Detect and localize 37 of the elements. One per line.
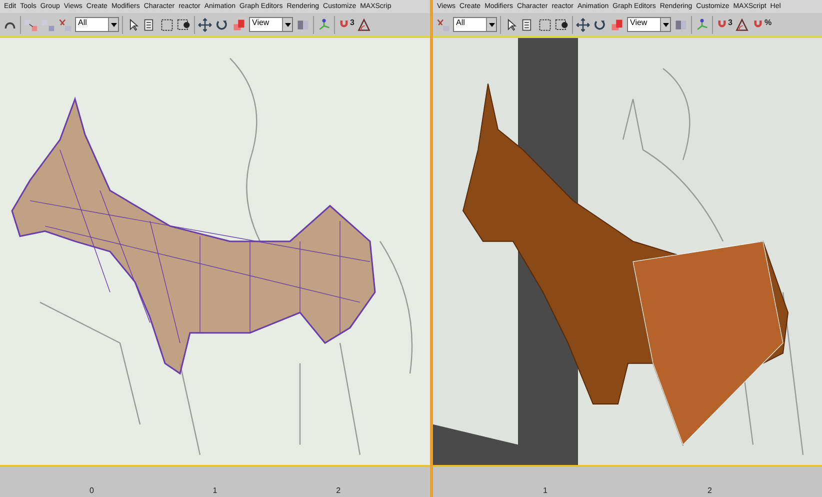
- bind-icon[interactable]: [436, 18, 450, 32]
- scale-icon[interactable]: [610, 18, 624, 32]
- caret-icon: [662, 22, 668, 26]
- window-crossing-icon[interactable]: [555, 18, 569, 32]
- dropdown[interactable]: All: [75, 17, 119, 32]
- scale-icon[interactable]: [232, 18, 246, 32]
- angle-snap-icon[interactable]: [357, 18, 372, 32]
- tick-label: 1: [212, 486, 218, 495]
- snap-label: %: [764, 18, 772, 26]
- window-crossing-icon[interactable]: [177, 18, 191, 32]
- viewport[interactable]: [433, 38, 822, 467]
- tick-label: 0: [89, 486, 94, 495]
- timeline-ruler[interactable]: 0 1 2: [0, 467, 430, 497]
- angle-snap-icon[interactable]: [735, 18, 750, 32]
- caret-icon: [488, 22, 494, 26]
- dropdown[interactable]: All: [453, 17, 497, 32]
- dropdown[interactable]: View: [249, 17, 293, 32]
- snap-label: 3: [728, 18, 732, 26]
- selection-rectangle-icon[interactable]: [160, 18, 174, 32]
- dropdown[interactable]: View: [627, 17, 671, 32]
- rotate-icon[interactable]: [215, 18, 229, 32]
- axis-icon[interactable]: [695, 18, 709, 32]
- axis-icon[interactable]: [317, 18, 331, 32]
- caret-icon: [110, 22, 116, 26]
- selection-rectangle-icon[interactable]: [538, 18, 552, 32]
- pivot-icon[interactable]: [674, 18, 688, 32]
- move-icon[interactable]: [198, 18, 212, 32]
- move-icon[interactable]: [576, 18, 590, 32]
- caret-icon: [284, 22, 290, 26]
- tick-label: 1: [543, 486, 548, 495]
- snap-label: 3: [350, 18, 354, 26]
- tick-label: 2: [708, 486, 712, 495]
- bind-icon[interactable]: [58, 18, 72, 32]
- timeline-ruler[interactable]: 1 2: [433, 467, 822, 497]
- rotate-icon[interactable]: [593, 18, 607, 32]
- pivot-icon[interactable]: [296, 18, 310, 32]
- tick-label: 2: [336, 486, 341, 495]
